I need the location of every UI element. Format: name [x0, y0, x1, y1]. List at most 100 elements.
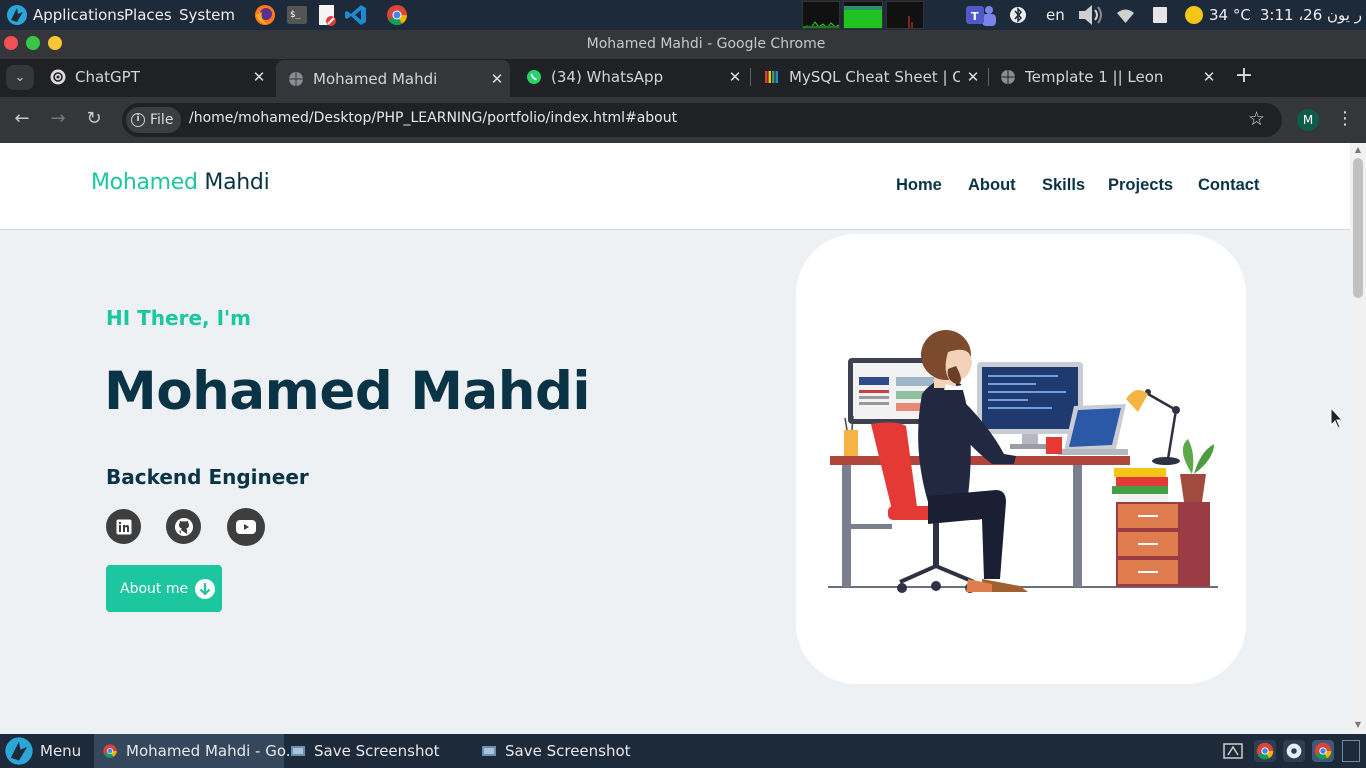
close-tab-icon[interactable]: ✕ [960, 68, 986, 86]
forward-arrow-icon[interactable]: → [47, 108, 69, 130]
network-monitor-graph [886, 1, 924, 29]
wifi-icon[interactable] [1117, 9, 1134, 23]
hero-role: Backend Engineer [106, 465, 309, 489]
nav-projects[interactable]: Projects [1108, 176, 1173, 195]
site-logo[interactable]: Mohamed Mahdi [91, 170, 270, 195]
site-info-chip[interactable]: i File [126, 107, 181, 133]
about-me-button[interactable]: About me [106, 565, 222, 612]
tab-title: MySQL Cheat Sheet | Ove [789, 68, 960, 86]
globe-icon [1001, 70, 1015, 84]
cpu-monitor-graph [802, 1, 840, 29]
mouse-cursor-icon [1330, 407, 1344, 429]
weather-sun-icon [1185, 6, 1203, 24]
workspace-switcher-icon[interactable] [1222, 740, 1244, 762]
taskbar-item-chrome[interactable]: Mohamed Mahdi - Go... [94, 734, 300, 768]
close-tab-icon[interactable]: ✕ [484, 70, 510, 88]
scheme-label: File [150, 112, 174, 128]
tab-title: ChatGPT [75, 68, 140, 86]
keyboard-layout-indicator[interactable]: en [1046, 6, 1065, 24]
tab-title: Mohamed Mahdi [313, 69, 438, 88]
tab-mohamed-mahdi[interactable]: Mohamed Mahdi ✕ [276, 60, 510, 97]
battery-icon[interactable] [1152, 6, 1168, 24]
url-text[interactable]: /home/mohamed/Desktop/PHP_LEARNING/portf… [189, 110, 677, 126]
nav-contact[interactable]: Contact [1198, 176, 1259, 195]
github-link[interactable] [166, 509, 201, 544]
back-arrow-icon[interactable]: ← [11, 108, 33, 130]
chrome-window-icon[interactable] [1312, 740, 1334, 762]
profile-avatar[interactable]: M [1297, 109, 1319, 131]
window-title: Mohamed Mahdi - Google Chrome [586, 36, 826, 52]
logo-last-name: Mahdi [204, 170, 270, 195]
show-desktop-button[interactable] [1342, 740, 1360, 762]
chatgpt-icon [50, 69, 66, 85]
distro-logo-icon [5, 737, 33, 765]
volume-icon[interactable] [1077, 3, 1107, 27]
menu-label: Menu [40, 742, 82, 760]
developer-at-desk-illustration [828, 330, 1218, 593]
site-header: Mohamed Mahdi Home About Skills Projects… [0, 143, 1350, 230]
terminal-launcher-icon[interactable]: $_ [285, 3, 309, 27]
bluetooth-icon[interactable] [1010, 4, 1026, 26]
globe-icon [289, 71, 303, 86]
svg-text:T: T [971, 10, 979, 23]
settings-window-icon[interactable] [1283, 740, 1305, 762]
scroll-up-arrow-icon[interactable]: ▲ [1350, 145, 1366, 154]
tab-title: Template 1 || Leon [1025, 68, 1164, 86]
nav-about[interactable]: About [968, 176, 1016, 195]
text-editor-launcher-icon[interactable] [315, 3, 339, 27]
close-tab-icon[interactable]: ✕ [1196, 68, 1222, 86]
overapi-icon [765, 71, 778, 83]
places-menu[interactable]: Places [124, 6, 172, 24]
bookmark-star-icon[interactable]: ☆ [1248, 108, 1265, 130]
memory-monitor-graph [843, 1, 883, 29]
chrome-window-icon[interactable] [1254, 740, 1276, 762]
arrow-down-icon [195, 578, 216, 599]
taskbar-item-save-screenshot[interactable]: Save Screenshot [282, 734, 472, 768]
linkedin-link[interactable] [106, 509, 141, 544]
scrollbar-thumb[interactable] [1353, 158, 1363, 298]
taskbar-item-save-screenshot[interactable]: Save Screenshot [473, 734, 663, 768]
close-tab-icon[interactable]: ✕ [246, 68, 272, 86]
tab-whatsapp[interactable]: (34) WhatsApp ✕ [514, 61, 748, 93]
nav-skills[interactable]: Skills [1042, 176, 1085, 195]
scroll-down-arrow-icon[interactable]: ▼ [1350, 720, 1366, 729]
temperature-readout: 34 °C [1209, 6, 1251, 24]
page-viewport: Mohamed Mahdi Home About Skills Projects… [0, 143, 1350, 734]
svg-text:$_: $_ [290, 10, 301, 20]
youtube-link[interactable] [227, 508, 265, 546]
tab-mysql-cheat-sheet[interactable]: MySQL Cheat Sheet | Ove ✕ [752, 61, 986, 93]
whatsapp-icon [527, 70, 541, 84]
firefox-launcher-icon[interactable] [253, 3, 277, 27]
vscode-launcher-icon[interactable] [344, 3, 368, 27]
distro-logo-icon[interactable] [6, 4, 28, 26]
taskbar-item-label: Mohamed Mahdi - Go... [126, 742, 301, 760]
chrome-menu-kebab-icon[interactable]: ⋮ [1336, 108, 1354, 129]
chrome-icon [103, 744, 117, 758]
tab-separator [750, 68, 751, 86]
youtube-icon [236, 520, 256, 534]
info-icon: i [131, 113, 145, 127]
close-tab-icon[interactable]: ✕ [722, 68, 748, 86]
linkedin-icon [116, 519, 131, 534]
reload-icon[interactable]: ↻ [83, 108, 105, 130]
system-menu[interactable]: System [179, 6, 235, 24]
chrome-launcher-icon[interactable] [385, 3, 409, 27]
start-menu-button[interactable]: Menu [0, 734, 90, 768]
nav-home[interactable]: Home [896, 176, 942, 195]
teams-icon[interactable]: T [963, 2, 997, 29]
greeting-text: HI There, I'm [106, 306, 251, 330]
system-top-panel: Applications Places System $_ T en 34 °C… [0, 0, 1366, 42]
hero-illustration-card [796, 234, 1246, 684]
github-icon [174, 517, 193, 536]
tab-search-chevron-icon[interactable]: ⌄ [6, 65, 34, 90]
screenshot-app-icon [482, 746, 496, 756]
tab-template-leon[interactable]: Template 1 || Leon ✕ [988, 61, 1222, 93]
taskbar-item-label: Save Screenshot [505, 742, 631, 760]
applications-menu[interactable]: Applications [33, 6, 125, 24]
screenshot-app-icon [291, 746, 305, 756]
new-tab-plus-icon[interactable]: + [1234, 64, 1254, 88]
hero-name: Mohamed Mahdi [104, 361, 591, 422]
page-scrollbar[interactable]: ▲ ▼ [1350, 143, 1366, 734]
tab-chatgpt[interactable]: ChatGPT ✕ [38, 61, 272, 93]
tab-title: (34) WhatsApp [551, 68, 664, 86]
